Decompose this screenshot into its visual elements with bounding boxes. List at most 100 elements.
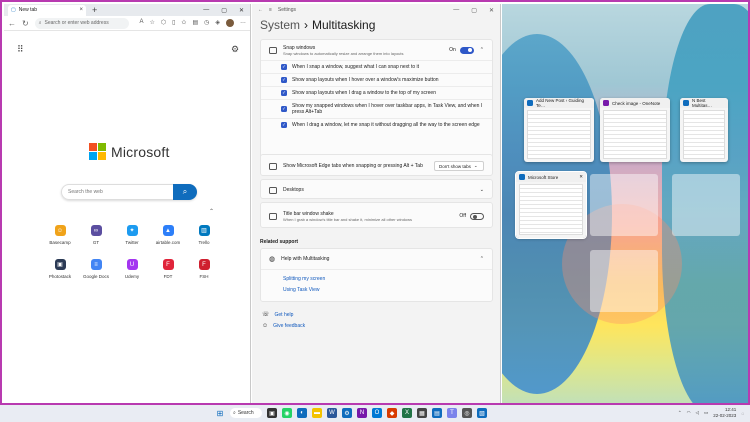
close-icon[interactable]: ✕: [239, 7, 244, 14]
snap-option-row[interactable]: ✓ Show snap layouts when I drag a window …: [261, 86, 492, 99]
close-icon[interactable]: ✕: [489, 7, 494, 14]
minimize-icon[interactable]: —: [203, 7, 209, 14]
collections-icon[interactable]: ▤: [192, 19, 198, 27]
taskbar-search[interactable]: ⌕ Search: [230, 408, 262, 418]
checkbox[interactable]: ✓: [281, 90, 287, 96]
excel-icon[interactable]: X: [402, 408, 412, 418]
quick-link-tile[interactable]: ▣ Photostack: [42, 259, 78, 279]
notification-icon[interactable]: ◌: [741, 411, 744, 416]
link-splitting-screen[interactable]: Splitting my screen: [283, 276, 492, 282]
back-icon[interactable]: ←: [8, 19, 16, 28]
wifi-icon[interactable]: ◠: [687, 410, 691, 416]
chevron-up-icon[interactable]: ⌃: [480, 256, 484, 262]
address-bar[interactable]: ⌕ Search or enter web address: [34, 17, 130, 29]
outlook-icon[interactable]: O: [372, 408, 382, 418]
search-button[interactable]: ⌕: [173, 184, 197, 200]
checkbox[interactable]: ✓: [281, 77, 287, 83]
site-icon: ▲: [162, 225, 174, 236]
teams-icon[interactable]: T: [447, 408, 457, 418]
maximize-icon[interactable]: ▢: [471, 7, 477, 14]
gear-icon[interactable]: ⚙: [231, 44, 239, 55]
site-icon: F: [162, 259, 174, 270]
close-icon[interactable]: ✕: [579, 174, 583, 180]
task-view-icon[interactable]: ▣: [267, 408, 277, 418]
checkbox[interactable]: ✓: [281, 64, 287, 70]
whatsapp-icon[interactable]: ◉: [282, 408, 292, 418]
chevron-up-icon[interactable]: ⌃: [480, 47, 484, 53]
snap-thumb-multitasking[interactable]: N Best Multitas…: [680, 98, 728, 162]
quick-link-tile[interactable]: ☺ Basecamp: [42, 225, 78, 245]
snap-options: ✓ When I snap a window, suggest what I ca…: [261, 60, 492, 131]
snap-option-row[interactable]: ✓ When I snap a window, suggest what I ca…: [261, 60, 492, 73]
close-tab-icon[interactable]: ×: [79, 7, 83, 13]
desktops-row[interactable]: Desktops ⌄: [261, 180, 492, 200]
give-feedback-link[interactable]: ☺ Give feedback: [262, 323, 305, 329]
settings-taskbar-icon[interactable]: ⚙: [342, 408, 352, 418]
chevron-up-icon[interactable]: ⌃: [678, 410, 682, 416]
store-icon[interactable]: ▤: [432, 408, 442, 418]
desktops-card[interactable]: Desktops ⌄: [260, 179, 493, 199]
minimize-icon[interactable]: —: [453, 7, 459, 14]
help-row[interactable]: ◍ Help with Multitasking ⌃: [261, 249, 492, 269]
tabs-icon: [269, 162, 277, 170]
checkbox[interactable]: ✓: [281, 106, 287, 112]
history-icon[interactable]: ◷: [204, 19, 209, 27]
quick-link-tile[interactable]: ▥ Trello: [186, 225, 222, 245]
snap-option-row[interactable]: ✓ Show my snapped windows when I hover ov…: [261, 99, 492, 118]
globe-icon: ◍: [269, 256, 276, 263]
office-icon[interactable]: ◆: [387, 408, 397, 418]
extension-icon[interactable]: ⬡: [161, 19, 166, 27]
quick-link-tile[interactable]: U Udemy: [114, 259, 150, 279]
checkbox[interactable]: ✓: [281, 122, 287, 128]
edge-tabs-dropdown[interactable]: Don't show tabs ⌄: [434, 161, 484, 171]
breadcrumb-system[interactable]: System: [260, 18, 300, 32]
thumb-header: Add New Post ‹ Guiding Te…: [524, 98, 594, 108]
edge-icon[interactable]: ◐: [297, 408, 307, 418]
avatar[interactable]: [226, 19, 234, 27]
more-icon[interactable]: …: [240, 19, 246, 27]
read-aloud-icon[interactable]: A: [139, 19, 143, 27]
volume-icon[interactable]: ◁: [696, 410, 699, 416]
battery-icon[interactable]: ▭: [704, 410, 708, 416]
quick-link-label: Twitter: [125, 240, 139, 245]
app-icon[interactable]: ▦: [417, 408, 427, 418]
new-tab-button[interactable]: +: [92, 5, 97, 15]
get-help-link[interactable]: ☏ Get help: [262, 311, 293, 319]
start-icon[interactable]: ⊞: [215, 408, 225, 418]
snap-thumb-store[interactable]: Microsoft Store ✕: [515, 171, 587, 239]
snap-option-row[interactable]: ✓ When I drag a window, let me snap it wi…: [261, 118, 492, 131]
back-icon[interactable]: ←: [258, 7, 263, 13]
favorites-icon[interactable]: ✩: [181, 19, 186, 27]
maximize-icon[interactable]: ▢: [221, 7, 227, 14]
word-icon[interactable]: W: [327, 408, 337, 418]
menu-icon[interactable]: ≡: [269, 7, 272, 13]
quick-link-tile[interactable]: ✦ Twitter: [114, 225, 150, 245]
onenote-icon[interactable]: N: [357, 408, 367, 418]
snap-toggle[interactable]: [459, 46, 474, 54]
app-launcher-icon[interactable]: ⠿: [17, 44, 24, 55]
clock[interactable]: 12:41 22-02-2023: [713, 407, 736, 419]
favorite-star-icon[interactable]: ☆: [149, 19, 154, 27]
search-icon: ⌕: [233, 410, 236, 416]
copilot-icon[interactable]: ◈: [215, 19, 220, 27]
app-icon[interactable]: ▧: [477, 408, 487, 418]
app-icon[interactable]: ◎: [462, 408, 472, 418]
quick-link-tile[interactable]: F FSH: [186, 259, 222, 279]
link-task-view[interactable]: Using Task View: [283, 287, 492, 293]
quick-link-tile[interactable]: ▲ airtable.com: [150, 225, 186, 245]
snap-thumb-wordpress[interactable]: Add New Post ‹ Guiding Te…: [524, 98, 594, 162]
snap-option-row[interactable]: ✓ Show snap layouts when I hover over a w…: [261, 73, 492, 86]
split-screen-icon[interactable]: ▯: [172, 19, 175, 27]
quick-link-tile[interactable]: F FDT: [150, 259, 186, 279]
snap-thumb-onenote[interactable]: Check image - OneNote: [600, 98, 670, 162]
search-input[interactable]: Search the web ⌕: [61, 184, 197, 200]
refresh-icon[interactable]: ↻: [22, 19, 29, 28]
snap-windows-row[interactable]: Snap windows Snap windows to automatical…: [261, 40, 492, 60]
file-explorer-icon[interactable]: ▬: [312, 408, 322, 418]
tab-new-tab[interactable]: ▢ New tab ×: [8, 4, 86, 16]
quick-link-tile[interactable]: ≡ Google Docs: [78, 259, 114, 279]
chevron-up-icon[interactable]: ⌃: [209, 208, 214, 215]
quick-link-tile[interactable]: ∞ GT: [78, 225, 114, 245]
shake-icon: [269, 212, 277, 220]
shake-toggle[interactable]: [470, 212, 484, 220]
